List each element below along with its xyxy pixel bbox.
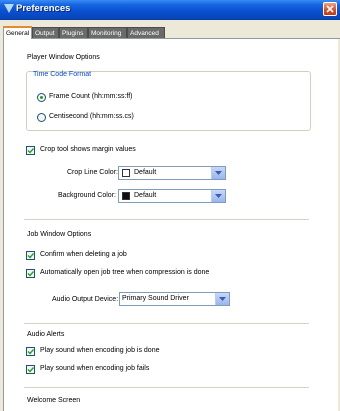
tab-general[interactable]: General: [3, 26, 32, 39]
audio-device-value: Primary Sound Driver: [122, 295, 189, 302]
section-divider: [24, 387, 309, 388]
frame-count-radio[interactable]: [37, 93, 46, 102]
chevron-down-icon[interactable]: [215, 293, 229, 305]
background-color-dropdown[interactable]: Default: [118, 189, 226, 203]
sound-fail-label[interactable]: Play sound when encoding job fails: [40, 365, 149, 372]
title-bar: Preferences: [0, 0, 340, 20]
crop-line-color-dropdown[interactable]: Default: [118, 166, 226, 180]
time-code-format-title: Time Code Format: [33, 71, 92, 78]
tab-monitoring[interactable]: Monitoring: [88, 27, 127, 38]
background-color-value: Default: [134, 192, 157, 199]
auto-open-label[interactable]: Automatically open job tree when compres…: [40, 269, 209, 276]
frame-count-label[interactable]: Frame Count (hh:mm:ss:ff): [49, 93, 133, 100]
sound-done-checkbox[interactable]: [26, 347, 35, 356]
section-divider: [24, 323, 309, 324]
welcome-section-title: Welcome Screen: [27, 397, 81, 404]
window-title: Preferences: [16, 3, 71, 14]
close-icon: [326, 5, 334, 13]
crop-margin-checkbox[interactable]: [26, 146, 35, 155]
audio-device-label: Audio Output Device:: [52, 296, 119, 303]
crop-line-color-label: Crop Line Color:: [67, 169, 118, 176]
check-icon: [27, 349, 34, 355]
general-panel: Player Window Options Time Code Format F…: [3, 38, 340, 411]
job-window-section-title: Job Window Options: [27, 231, 92, 238]
tab-output[interactable]: Output: [32, 27, 59, 38]
section-divider: [24, 219, 309, 220]
background-color-label: Background Color:: [58, 192, 116, 199]
confirm-delete-checkbox[interactable]: [26, 251, 35, 260]
check-icon: [27, 271, 34, 277]
crop-margin-label[interactable]: Crop tool shows margin values: [40, 146, 136, 153]
tab-advanced[interactable]: Advanced: [127, 27, 165, 38]
sound-fail-checkbox[interactable]: [26, 365, 35, 374]
audio-alerts-section-title: Audio Alerts: [27, 331, 65, 338]
background-color-swatch: [122, 192, 130, 200]
check-icon: [27, 253, 34, 259]
centisecond-label[interactable]: Centisecond (hh:mm:ss.cs): [49, 113, 134, 120]
crop-line-color-value: Default: [134, 169, 157, 176]
player-window-section-title: Player Window Options: [27, 54, 100, 61]
audio-device-dropdown[interactable]: Primary Sound Driver: [119, 292, 230, 306]
tab-plugins[interactable]: Plugins: [59, 27, 88, 38]
confirm-delete-label[interactable]: Confirm when deleting a job: [40, 251, 127, 258]
time-code-format-group: Time Code Format Frame Count (hh:mm:ss:f…: [26, 71, 311, 131]
crop-line-color-swatch: [122, 169, 130, 177]
auto-open-checkbox[interactable]: [26, 269, 35, 278]
chevron-down-icon[interactable]: [211, 167, 225, 179]
check-icon: [27, 148, 34, 154]
check-icon: [27, 367, 34, 373]
close-button[interactable]: [323, 2, 337, 16]
sound-done-label[interactable]: Play sound when encoding job is done: [40, 347, 159, 354]
chevron-down-icon[interactable]: [211, 190, 225, 202]
centisecond-radio[interactable]: [37, 113, 46, 122]
app-icon: [4, 4, 14, 13]
